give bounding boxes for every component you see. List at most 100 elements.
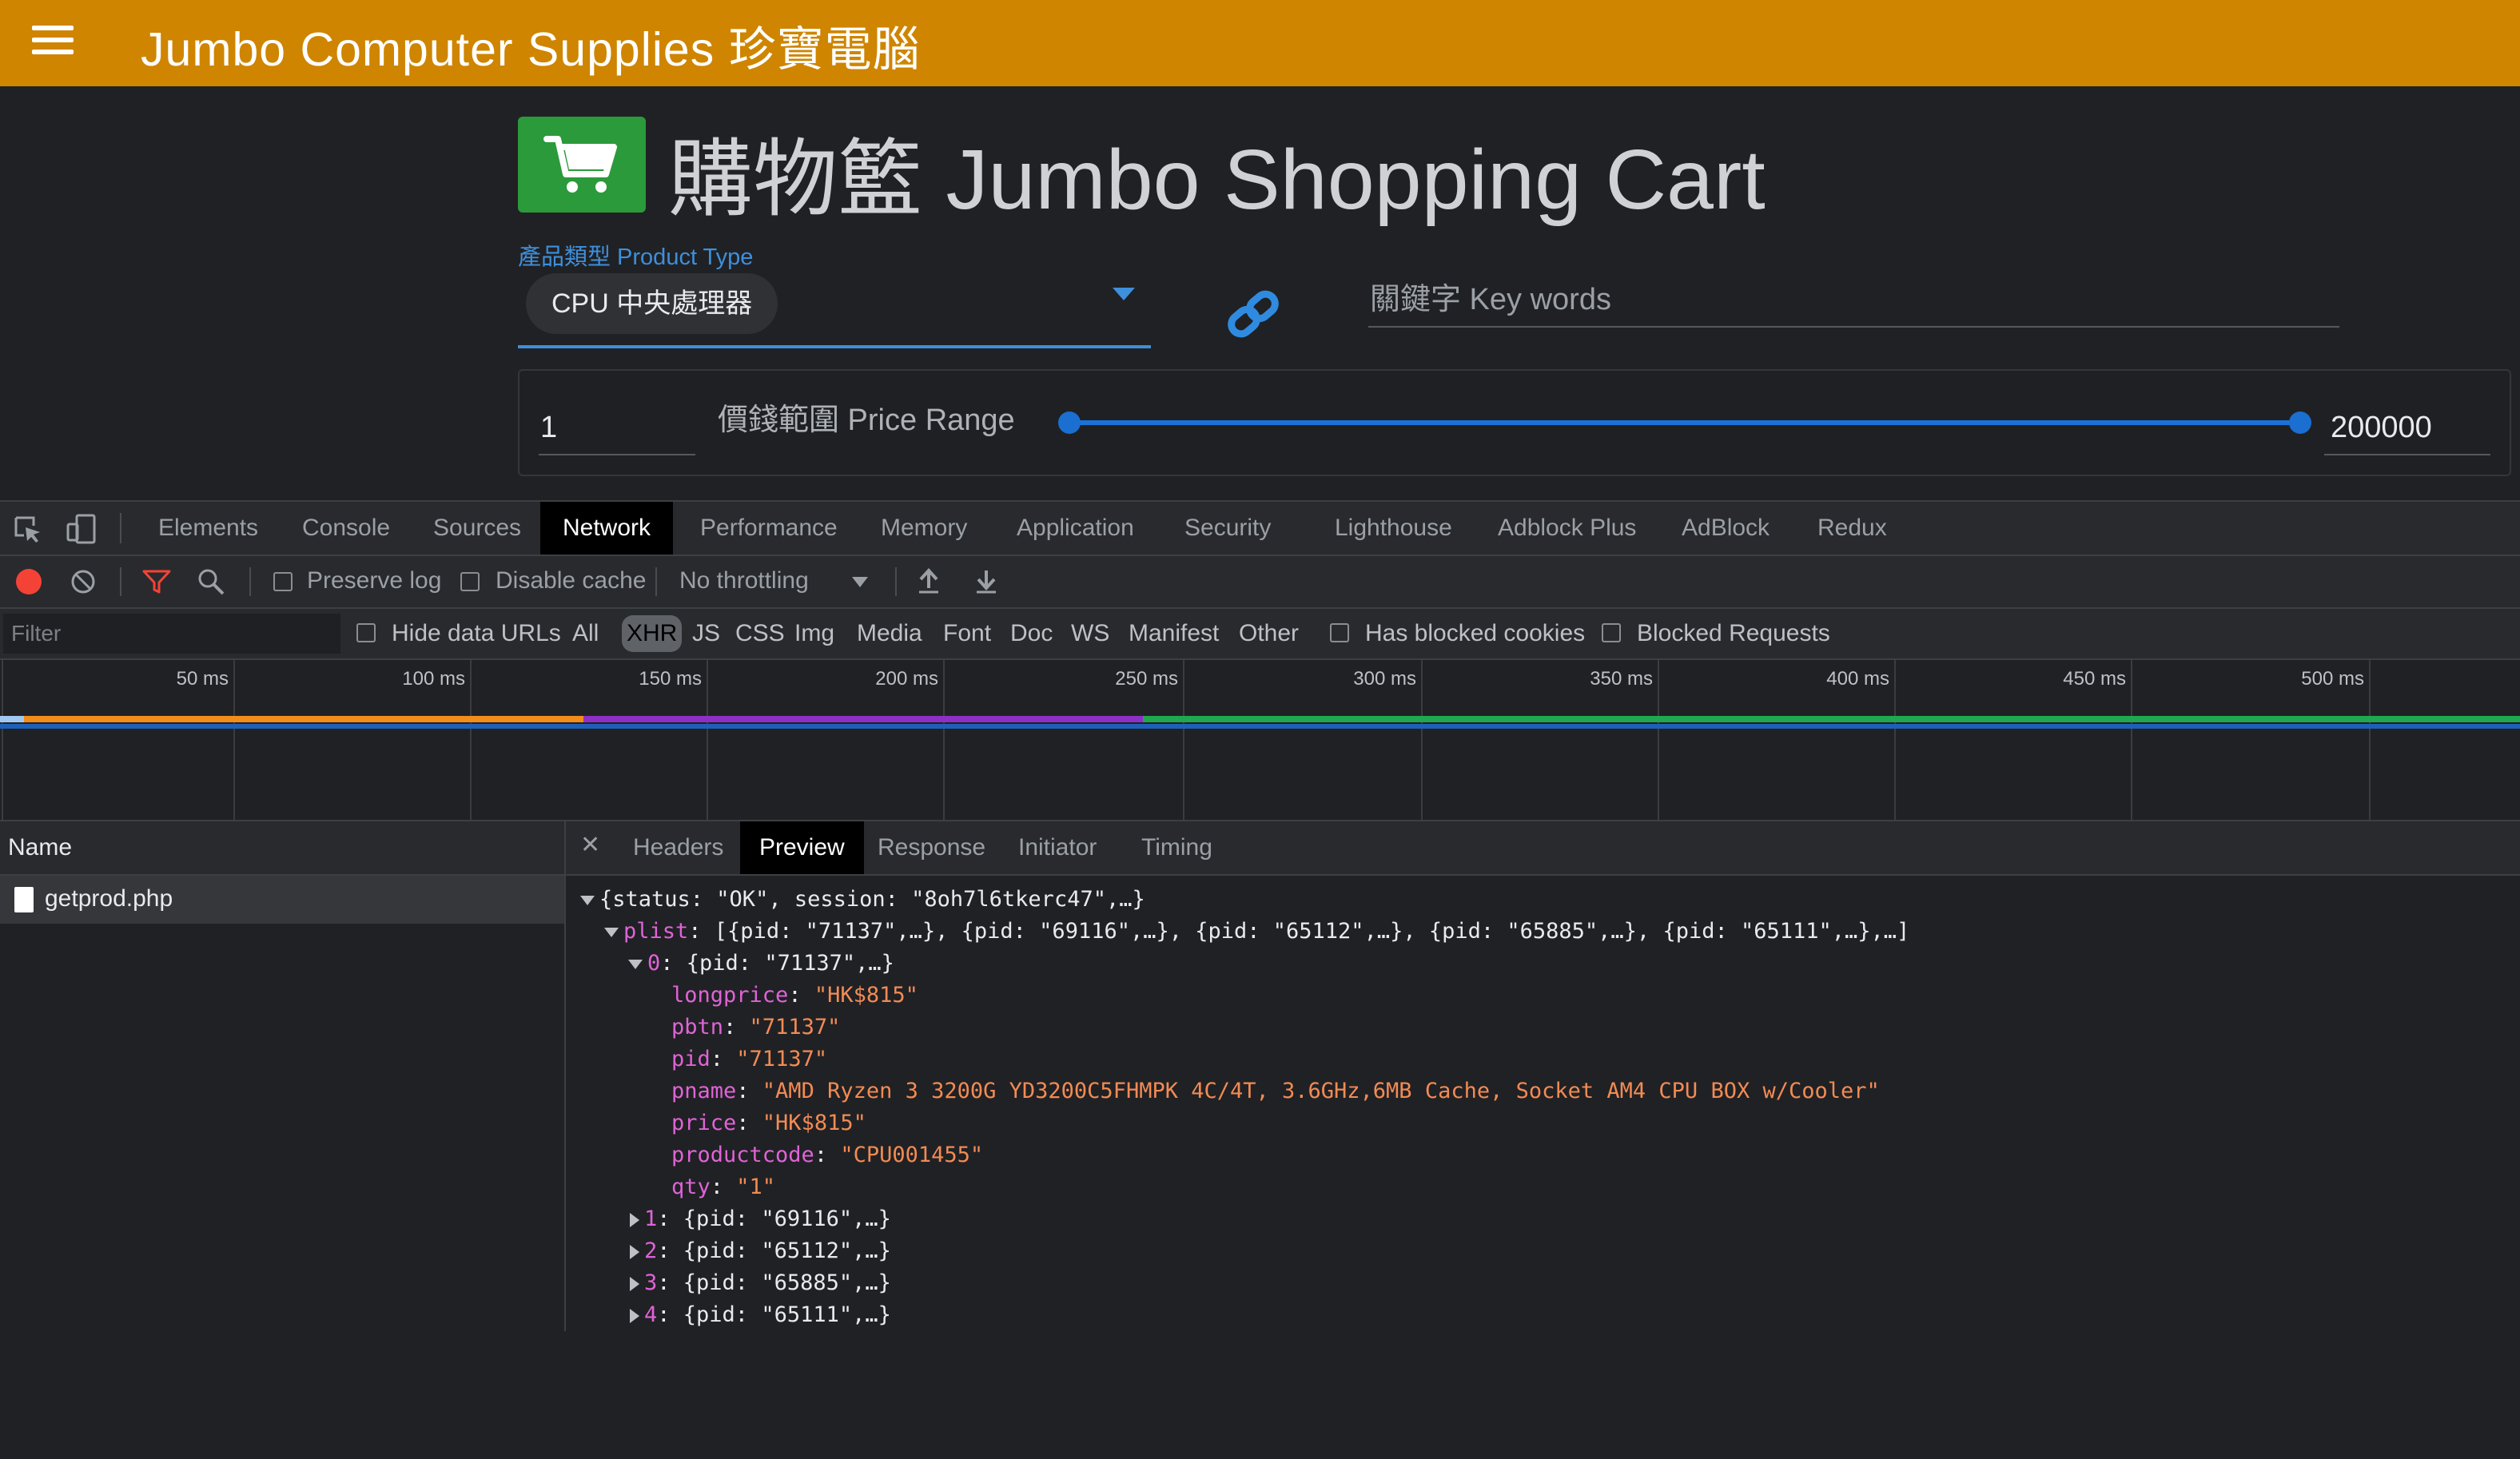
- disable-cache-label[interactable]: Disable cache: [496, 567, 646, 594]
- hide-data-urls-checkbox[interactable]: [356, 623, 376, 642]
- request-list-header[interactable]: Name: [0, 821, 564, 876]
- keywords-input[interactable]: [1368, 272, 2343, 328]
- filter-type-js[interactable]: JS: [692, 620, 720, 647]
- timeline-gridline: [2, 660, 3, 820]
- timeline-gridline: [2369, 660, 2371, 820]
- tab-adblock-plus[interactable]: Adblock Plus: [1475, 502, 1658, 555]
- price-min-value: 1: [540, 411, 558, 444]
- collapse-triangle-icon[interactable]: [630, 1212, 639, 1227]
- request-row[interactable]: getprod.php: [0, 876, 564, 924]
- blocked-requests-checkbox[interactable]: [1602, 623, 1621, 642]
- filter-type-img[interactable]: Img: [794, 620, 834, 647]
- filter-type-ws[interactable]: WS: [1071, 620, 1109, 647]
- import-har-icon[interactable]: [916, 567, 942, 601]
- throttling-caret-icon[interactable]: [852, 577, 868, 587]
- dropdown-caret-icon[interactable]: [1113, 288, 1135, 300]
- timeline-connect-bar: [24, 716, 583, 722]
- hamburger-menu-icon[interactable]: [32, 24, 74, 56]
- has-blocked-cookies-checkbox[interactable]: [1330, 623, 1349, 642]
- price-max-input[interactable]: 200000: [2324, 400, 2490, 455]
- timeline-gridline: [470, 660, 472, 820]
- filter-type-other[interactable]: Other: [1239, 620, 1299, 647]
- price-min-input[interactable]: 1: [539, 400, 695, 455]
- close-icon[interactable]: ✕: [580, 831, 600, 859]
- timeline-gridline: [1183, 660, 1184, 820]
- collapse-triangle-icon[interactable]: [630, 1276, 639, 1291]
- expand-triangle-icon[interactable]: [628, 959, 643, 969]
- json-item-0-line[interactable]: 0: {pid: "71137",…}: [628, 948, 894, 980]
- filter-type-css[interactable]: CSS: [735, 620, 785, 647]
- disable-cache-checkbox[interactable]: [460, 572, 480, 591]
- json-collapsed-item-line[interactable]: 3: {pid: "65885",…}: [630, 1267, 891, 1299]
- tab-lighthouse[interactable]: Lighthouse: [1312, 502, 1475, 555]
- filter-type-media[interactable]: Media: [857, 620, 922, 647]
- json-field-line: pid: "71137": [671, 1047, 828, 1071]
- device-toolbar-icon[interactable]: [66, 513, 98, 551]
- expand-triangle-icon[interactable]: [580, 895, 595, 905]
- json-plist-line[interactable]: plist: [{pid: "71137",…}, {pid: "69116",…: [604, 916, 1909, 948]
- devtools-panel: Elements Console Sources Network Perform…: [0, 500, 2520, 1331]
- expand-triangle-icon[interactable]: [604, 927, 619, 937]
- timeline-gridline: [2131, 660, 2132, 820]
- detail-tab-response[interactable]: Response: [858, 821, 1005, 874]
- timeline-ssl-bar: [583, 716, 1143, 722]
- tab-performance[interactable]: Performance: [678, 502, 860, 555]
- json-field-line: productcode: "CPU001455": [671, 1143, 984, 1167]
- slider-min-handle[interactable]: [1058, 411, 1081, 434]
- timeline-gridline: [1894, 660, 1896, 820]
- file-icon: [14, 887, 34, 912]
- collapse-triangle-icon[interactable]: [630, 1308, 639, 1323]
- inspect-element-icon[interactable]: [14, 516, 42, 550]
- network-overview-timeline[interactable]: 50 ms 100 ms 150 ms 200 ms 250 ms 300 ms…: [0, 660, 2520, 821]
- timeline-gridline: [1658, 660, 1659, 820]
- hide-data-urls-label[interactable]: Hide data URLs: [392, 620, 561, 647]
- preserve-log-checkbox[interactable]: [273, 572, 293, 591]
- tab-adblock[interactable]: AdBlock: [1659, 502, 1792, 555]
- detail-tab-preview[interactable]: Preview: [740, 821, 864, 874]
- json-root-line[interactable]: {status: "OK", session: "8oh7l6tkerc47",…: [580, 884, 1145, 916]
- keywords-field[interactable]: [1368, 272, 2343, 328]
- record-icon[interactable]: [16, 569, 42, 594]
- tab-network[interactable]: Network: [540, 502, 674, 555]
- json-field-line: qty: "1": [671, 1175, 776, 1199]
- price-range-label: 價錢範圍 Price Range: [718, 404, 1015, 437]
- throttling-select[interactable]: No throttling: [679, 567, 809, 594]
- filter-input[interactable]: [3, 614, 340, 654]
- preserve-log-label[interactable]: Preserve log: [307, 567, 441, 594]
- tab-sources[interactable]: Sources: [411, 502, 543, 555]
- name-column-header[interactable]: Name: [8, 834, 72, 861]
- link-icon[interactable]: [1224, 288, 1282, 340]
- blocked-requests-label[interactable]: Blocked Requests: [1637, 620, 1830, 647]
- slider-max-handle[interactable]: [2289, 411, 2311, 434]
- product-type-chip[interactable]: CPU 中央處理器: [526, 273, 778, 334]
- network-filterbar: Hide data URLs All XHR JS CSS Img Media …: [0, 609, 2520, 660]
- tab-elements[interactable]: Elements: [136, 502, 281, 555]
- product-type-select[interactable]: CPU 中央處理器: [518, 267, 1151, 348]
- clear-icon[interactable]: [70, 569, 96, 601]
- price-max-value: 200000: [2331, 411, 2432, 444]
- json-field-line: longprice: "HK$815": [671, 983, 918, 1008]
- filter-type-doc[interactable]: Doc: [1010, 620, 1053, 647]
- detail-tab-timing[interactable]: Timing: [1122, 821, 1232, 874]
- tab-redux[interactable]: Redux: [1795, 502, 1909, 555]
- json-collapsed-item-line[interactable]: 1: {pid: "69116",…}: [630, 1203, 891, 1235]
- tab-application[interactable]: Application: [994, 502, 1156, 555]
- price-range-slider[interactable]: [1058, 411, 2311, 434]
- export-har-icon[interactable]: [973, 567, 999, 601]
- filter-type-font[interactable]: Font: [943, 620, 991, 647]
- json-collapsed-item-line[interactable]: 4: {pid: "65111",…}: [630, 1299, 891, 1331]
- search-icon[interactable]: [197, 567, 225, 602]
- detail-tab-initiator[interactable]: Initiator: [999, 821, 1116, 874]
- detail-tab-headers[interactable]: Headers: [614, 821, 742, 874]
- tab-memory[interactable]: Memory: [858, 502, 989, 555]
- tab-console[interactable]: Console: [280, 502, 412, 555]
- tab-security[interactable]: Security: [1162, 502, 1293, 555]
- collapse-triangle-icon[interactable]: [630, 1244, 639, 1259]
- timeline-waiting-bar: [1143, 716, 2520, 722]
- filter-type-manifest[interactable]: Manifest: [1129, 620, 1219, 647]
- json-collapsed-item-line[interactable]: 2: {pid: "65112",…}: [630, 1235, 891, 1267]
- filter-type-all[interactable]: All: [572, 620, 599, 647]
- has-blocked-cookies-label[interactable]: Has blocked cookies: [1365, 620, 1585, 647]
- filter-icon[interactable]: [142, 569, 171, 601]
- filter-type-xhr[interactable]: XHR: [622, 615, 683, 652]
